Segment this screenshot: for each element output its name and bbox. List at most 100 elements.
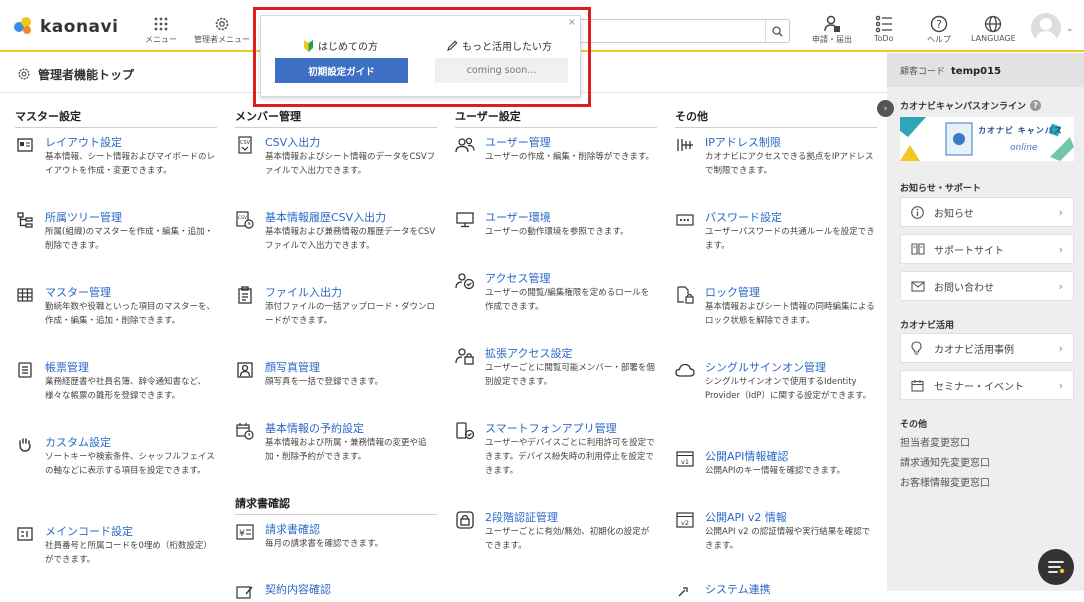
master-settings-heading: マスター設定	[15, 108, 217, 128]
sidebar-other-heading: その他	[900, 420, 928, 430]
apply-button[interactable]: 申請・届出	[812, 14, 852, 45]
menu-item-desc: 基本情報、シート情報およびマイボードのレイアウトを作成・変更できます。	[45, 152, 216, 176]
advanced-text: もっと活用したい方	[462, 42, 552, 53]
seminar-button[interactable]: セミナー・イベント ›	[900, 370, 1074, 400]
menu-item-desc: ユーザーごとに有効/無効、初期化の設定ができます。	[485, 527, 650, 551]
menu-lines-icon	[1047, 560, 1065, 574]
search-icon[interactable]	[765, 20, 789, 42]
chevron-right-icon: ›	[1058, 341, 1063, 355]
password-icon	[675, 210, 695, 230]
floating-menu-button[interactable]	[1038, 549, 1074, 585]
user-check-icon	[455, 271, 475, 291]
customer-info-change-link[interactable]: お客様情報変更窓口	[900, 474, 990, 489]
chevron-right-icon: ›	[1058, 205, 1063, 219]
menu-item-title[interactable]: 契約内容確認	[265, 581, 331, 597]
lightbulb-icon	[911, 341, 925, 355]
link-icon	[675, 582, 695, 602]
menu-item-title[interactable]: 基本情報履歴CSV入出力	[265, 209, 386, 225]
chevron-down-icon[interactable]: ⌄	[1066, 24, 1074, 34]
support-site-button[interactable]: サポートサイト ›	[900, 234, 1074, 264]
initial-setup-guide-button[interactable]: 初期設定ガイド	[275, 58, 408, 83]
person-document-icon	[823, 14, 841, 34]
menu-item-title[interactable]: 拡張アクセス設定	[485, 345, 572, 361]
invoice-heading: 請求書確認	[235, 495, 437, 515]
admin-menu-button[interactable]: 管理者メニュー	[194, 14, 250, 45]
gear-icon	[214, 14, 230, 34]
menu-item-title[interactable]: スマートフォンアプリ管理	[485, 420, 617, 436]
menu-item-desc: 基本情報およびシート情報の同時編集によるロック状態を解除できます。	[705, 302, 875, 326]
menu-item-title[interactable]: 公開API情報確認	[705, 448, 788, 464]
menu-item-title[interactable]: パスワード設定	[705, 209, 782, 225]
menu-button[interactable]: メニュー	[145, 14, 177, 45]
case-studies-button[interactable]: カオナビ活用事例 ›	[900, 333, 1074, 363]
menu-item-title[interactable]: ユーザー環境	[485, 209, 551, 225]
help-button[interactable]: ? ヘルプ	[927, 14, 951, 45]
menu-label: メニュー	[145, 35, 177, 44]
monitor-icon	[455, 210, 475, 230]
contact-change-link[interactable]: 担当者変更窓口	[900, 434, 970, 449]
close-icon[interactable]: ×	[568, 17, 576, 28]
menu-item-desc: カオナビにアクセスできる拠点をIPアドレスで制限できます。	[705, 152, 874, 176]
ip-network-icon	[675, 135, 695, 155]
first-time-text: はじめての方	[318, 42, 378, 53]
logo-text: kaonavi	[40, 17, 119, 37]
sidebar-toggle-button[interactable]: ›	[877, 100, 894, 117]
menu-item-desc: 勤続年数や役職といった項目のマスターを、作成・編集・追加・削除できます。	[45, 302, 216, 326]
menu-item-title[interactable]: 所属ツリー管理	[45, 209, 122, 225]
menu-item-desc: 添付ファイルの一括アップロード・ダウンロードができます。	[265, 302, 436, 326]
help-circle-icon: ?	[930, 14, 948, 34]
language-label: LANGUAGE	[971, 34, 1016, 43]
menu-item-title[interactable]: ロック管理	[705, 284, 760, 300]
chevron-right-icon: ›	[1058, 378, 1063, 392]
menu-item-title[interactable]: ユーザー管理	[485, 134, 551, 150]
contact-button[interactable]: お問い合わせ ›	[900, 271, 1074, 301]
language-button[interactable]: LANGUAGE	[971, 14, 1016, 43]
logo-mark-icon	[14, 17, 34, 37]
chevron-right-icon: ›	[1058, 279, 1063, 293]
menu-item-title[interactable]: シングルサインオン管理	[705, 359, 826, 375]
search-input[interactable]	[570, 19, 790, 43]
users-icon	[455, 135, 475, 155]
menu-item-title[interactable]: マスター管理	[45, 284, 111, 300]
menu-item-title[interactable]: レイアウト設定	[45, 134, 122, 150]
support-site-label: サポートサイト	[934, 245, 1004, 257]
lock-icon	[455, 510, 475, 530]
contract-icon	[235, 582, 255, 602]
beginner-mark-icon	[303, 39, 314, 52]
user-lock-icon	[455, 346, 475, 366]
svg-text:v2: v2	[681, 519, 689, 527]
notice-button[interactable]: お知らせ ›	[900, 197, 1074, 227]
menu-item-title[interactable]: 請求書確認	[265, 521, 320, 537]
menu-item-desc: ユーザーごとに閲覧可能メンバー・部署を個別設定できます。	[485, 363, 655, 387]
calendar-clock-icon	[235, 421, 255, 441]
menu-item-title[interactable]: 基本情報の予約設定	[265, 420, 364, 436]
menu-item-desc: ユーザーの閲覧/編集権限を定めるロールを作成できます。	[485, 288, 650, 312]
todo-button[interactable]: ToDo	[874, 14, 893, 43]
menu-item-title[interactable]: アクセス管理	[485, 270, 550, 286]
todo-label: ToDo	[874, 34, 894, 43]
menu-item-title[interactable]: メインコード設定	[45, 523, 133, 539]
menu-item-desc: ソートキーや検索条件、シャッフルフェイスの軸などに表示する項目を設定できます。	[45, 452, 215, 476]
menu-item-title[interactable]: 公開API v2 情報	[705, 509, 787, 525]
campus-title: カオナビキャンパスオンライン	[900, 102, 1027, 112]
menu-item-desc: ユーザーの動作環境を参照できます。	[485, 227, 629, 237]
menu-item-title[interactable]: ファイル入出力	[265, 284, 342, 300]
apply-label: 申請・届出	[812, 35, 852, 44]
menu-item-title[interactable]: 帳票管理	[45, 359, 89, 375]
banner-text: カオナビ キャンパス	[978, 126, 1063, 135]
other-heading: その他	[675, 108, 877, 128]
menu-item-title[interactable]: 顔写真管理	[265, 359, 320, 375]
cloud-icon	[675, 360, 695, 380]
kaonavi-logo[interactable]: kaonavi	[14, 16, 118, 38]
help-circle-icon[interactable]: ?	[1030, 100, 1042, 111]
admin-menu-label: 管理者メニュー	[194, 35, 250, 44]
menu-item-title[interactable]: カスタム設定	[45, 434, 111, 450]
menu-item-title[interactable]: システム連携	[705, 581, 771, 597]
menu-item-title[interactable]: IPアドレス制限	[705, 134, 781, 150]
user-avatar[interactable]	[1031, 13, 1061, 43]
menu-item-title[interactable]: CSV入出力	[265, 134, 320, 150]
api-v1-icon: v1	[675, 449, 695, 469]
campus-banner[interactable]: カオナビ キャンパス online	[900, 117, 1074, 161]
billing-notice-change-link[interactable]: 請求通知先変更窓口	[900, 454, 990, 469]
menu-item-title[interactable]: 2段階認証管理	[485, 509, 558, 525]
